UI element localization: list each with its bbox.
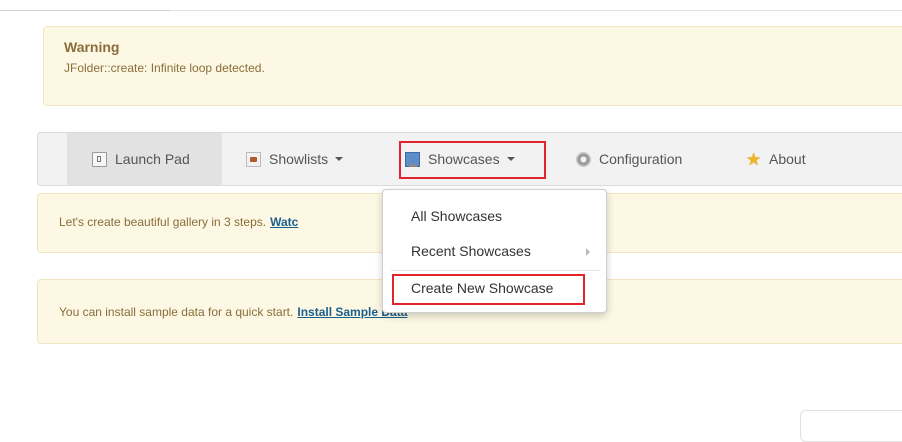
- main-navbar: Launch Pad Showlists Showcases Configura…: [37, 132, 902, 186]
- chevron-down-icon: [506, 157, 515, 161]
- warning-title: Warning: [64, 39, 120, 55]
- launch-pad-icon: [92, 151, 107, 167]
- menu-divider: [391, 270, 600, 271]
- showcases-dropdown-menu: All Showcases Recent Showcases Create Ne…: [382, 189, 607, 313]
- nav-about-label: About: [769, 151, 806, 167]
- menu-item-all-showcases[interactable]: All Showcases: [411, 208, 502, 224]
- nav-about[interactable]: ★ About: [746, 133, 806, 185]
- chevron-right-icon: [586, 248, 590, 256]
- bottom-panel-edge: [800, 410, 902, 442]
- menu-item-create-new-showcase[interactable]: Create New Showcase: [411, 280, 553, 296]
- warning-message: JFolder::create: Infinite loop detected.: [64, 61, 265, 75]
- menu-item-recent-showcases[interactable]: Recent Showcases: [411, 243, 531, 259]
- gear-icon: [576, 151, 591, 167]
- nav-showcases[interactable]: Showcases: [405, 133, 515, 185]
- nav-configuration-label: Configuration: [599, 151, 683, 167]
- showlists-icon: [246, 151, 261, 167]
- watch-video-link[interactable]: Watc: [270, 215, 298, 229]
- nav-configuration[interactable]: Configuration: [576, 133, 682, 185]
- monitor-icon: [405, 151, 420, 167]
- nav-launch-pad-label: Launch Pad: [115, 151, 190, 167]
- gallery-notice-text: Let's create beautiful gallery in 3 step…: [59, 215, 267, 229]
- nav-showlists-label: Showlists: [269, 151, 329, 167]
- nav-launch-pad[interactable]: Launch Pad: [67, 133, 222, 185]
- star-icon: ★: [746, 149, 762, 169]
- top-tab-edge: [0, 10, 170, 11]
- nav-showcases-label: Showcases: [428, 151, 500, 167]
- warning-alert: Warning JFolder::create: Infinite loop d…: [43, 26, 902, 106]
- nav-showlists[interactable]: Showlists: [246, 133, 344, 185]
- sample-notice-text: You can install sample data for a quick …: [59, 305, 294, 319]
- chevron-down-icon: [335, 157, 344, 161]
